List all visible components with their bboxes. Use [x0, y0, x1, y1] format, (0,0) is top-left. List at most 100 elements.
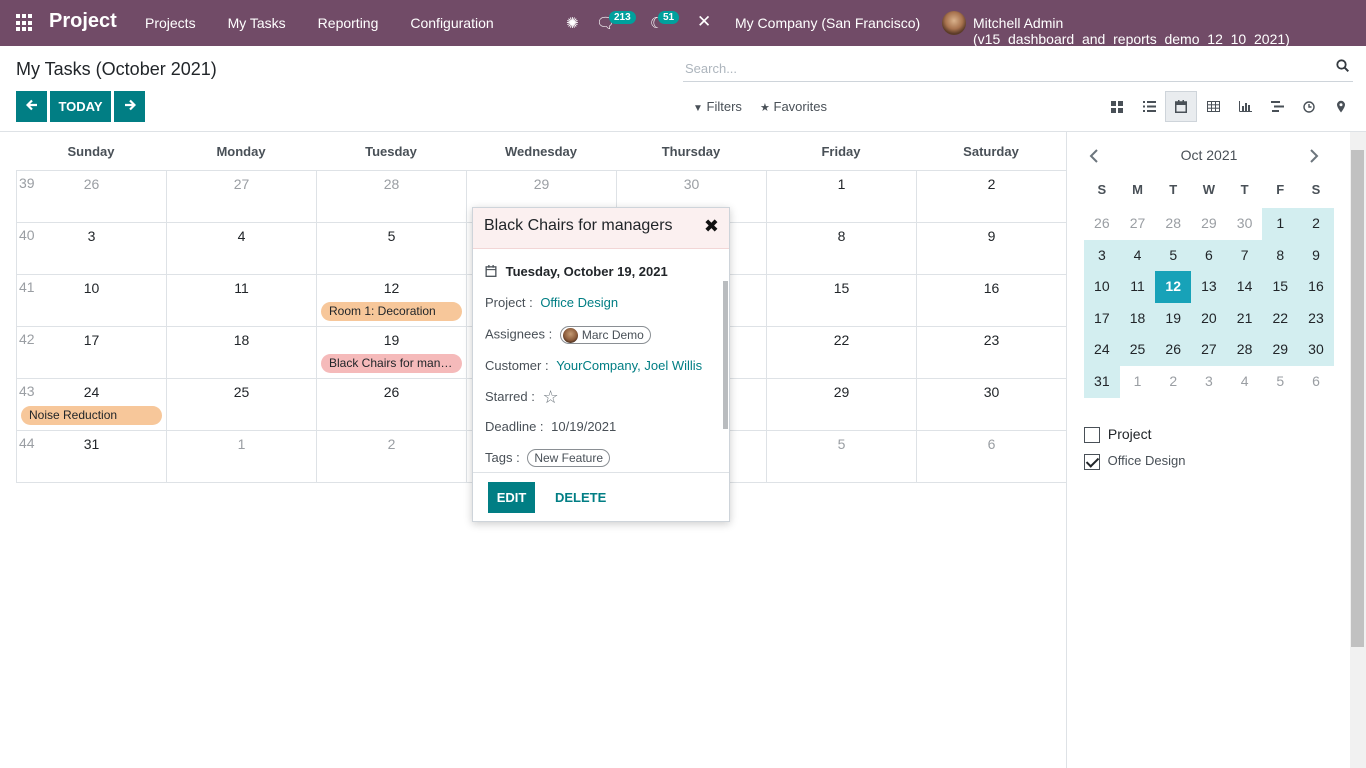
calendar-view-icon[interactable] [1165, 91, 1197, 122]
day-cell[interactable]: 11 [166, 275, 316, 326]
app-brand[interactable]: Project [49, 10, 117, 33]
mini-day[interactable]: 3 [1191, 366, 1227, 398]
menu-projects[interactable]: Projects [129, 0, 212, 46]
list-view-icon[interactable] [1133, 91, 1165, 122]
day-cell[interactable]: 2 [316, 431, 466, 482]
calendar-event[interactable]: Black Chairs for mana... [321, 354, 462, 373]
mini-day[interactable]: 8 [1262, 239, 1299, 272]
edit-button[interactable]: EDIT [488, 482, 535, 513]
mini-day[interactable]: 24 [1084, 334, 1120, 366]
day-cell[interactable]: 2 [916, 171, 1066, 222]
day-cell[interactable]: 22 [766, 327, 916, 378]
day-cell[interactable]: 3 [16, 223, 166, 274]
mini-day[interactable]: 2 [1298, 208, 1334, 240]
calendar-event[interactable]: Room 1: Decoration [321, 302, 462, 321]
mini-day[interactable]: 6 [1298, 366, 1334, 398]
bug-icon[interactable]: ✺ [566, 14, 579, 32]
day-cell[interactable]: 9 [916, 223, 1066, 274]
next-button[interactable] [114, 91, 145, 122]
search-input[interactable] [683, 56, 1323, 80]
day-cell[interactable]: 31 [16, 431, 166, 482]
chevron-right-icon[interactable] [1309, 147, 1319, 168]
mini-day[interactable]: 25 [1119, 334, 1156, 366]
mini-day[interactable]: 30 [1227, 208, 1263, 240]
day-cell[interactable]: 15 [766, 275, 916, 326]
project-link[interactable]: Office Design [540, 295, 618, 310]
day-cell[interactable]: 27 [166, 171, 316, 222]
mini-day[interactable]: 3 [1084, 239, 1120, 272]
mini-day[interactable]: 29 [1262, 334, 1299, 366]
search-icon[interactable] [1336, 59, 1350, 75]
graph-view-icon[interactable] [1229, 91, 1261, 122]
mini-day[interactable]: 29 [1191, 208, 1227, 240]
star-outline-icon[interactable]: ☆ [542, 387, 558, 407]
assignee-chip[interactable]: Marc Demo [559, 326, 651, 345]
day-cell[interactable]: 4 [166, 223, 316, 274]
mini-day[interactable]: 10 [1084, 271, 1120, 303]
day-cell[interactable]: 16 [916, 275, 1066, 326]
day-cell[interactable]: 17 [16, 327, 166, 378]
mini-day[interactable]: 26 [1084, 208, 1120, 240]
mini-day[interactable]: 13 [1191, 271, 1227, 303]
mini-day[interactable]: 4 [1119, 239, 1156, 272]
customer-link[interactable]: YourCompany, Joel Willis [556, 358, 702, 373]
day-cell[interactable]: 1 [166, 431, 316, 482]
mini-day[interactable]: 12 [1155, 271, 1192, 303]
mini-day[interactable]: 19 [1155, 302, 1192, 335]
day-cell[interactable]: 18 [166, 327, 316, 378]
activity-view-icon[interactable] [1293, 91, 1325, 122]
day-cell[interactable]: 24 Noise Reduction [16, 379, 166, 430]
mini-day[interactable]: 28 [1226, 334, 1263, 366]
mini-day[interactable]: 22 [1262, 302, 1299, 335]
mini-day[interactable]: 21 [1226, 302, 1263, 335]
user-avatar[interactable] [942, 11, 966, 35]
mini-day[interactable]: 17 [1084, 302, 1120, 335]
mini-day[interactable]: 27 [1191, 334, 1227, 366]
favorites-dropdown[interactable]: ★ Favorites [760, 99, 827, 114]
scrollbar-thumb[interactable] [1351, 150, 1364, 647]
day-cell[interactable]: 10 [16, 275, 166, 326]
popover-scrollbar[interactable] [723, 281, 728, 429]
mini-day[interactable]: 11 [1119, 271, 1156, 303]
kanban-view-icon[interactable] [1101, 91, 1133, 122]
day-cell[interactable]: 5 [316, 223, 466, 274]
office-design-filter[interactable]: Office Design [1084, 453, 1185, 470]
day-cell[interactable]: 28 [316, 171, 466, 222]
tools-icon[interactable]: ✕ [697, 12, 711, 32]
mini-day[interactable]: 16 [1298, 271, 1334, 303]
office-design-checkbox[interactable] [1084, 453, 1100, 470]
mini-day[interactable]: 4 [1227, 366, 1263, 398]
menu-reporting[interactable]: Reporting [302, 0, 395, 46]
day-cell[interactable]: 29 [766, 379, 916, 430]
mini-day[interactable]: 30 [1298, 334, 1334, 366]
mini-day[interactable]: 6 [1191, 239, 1227, 272]
mini-day[interactable]: 20 [1191, 302, 1227, 335]
mini-day[interactable]: 28 [1155, 208, 1191, 240]
menu-my-tasks[interactable]: My Tasks [212, 0, 302, 46]
today-button[interactable]: TODAY [50, 91, 111, 122]
mini-day[interactable]: 14 [1226, 271, 1263, 303]
day-cell[interactable]: 5 [766, 431, 916, 482]
pivot-view-icon[interactable] [1197, 91, 1229, 122]
day-cell[interactable]: 23 [916, 327, 1066, 378]
mini-day[interactable]: 27 [1120, 208, 1156, 240]
previous-button[interactable] [16, 91, 47, 122]
day-cell[interactable]: 25 [166, 379, 316, 430]
mini-day[interactable]: 23 [1298, 302, 1334, 335]
mini-day[interactable]: 7 [1226, 239, 1263, 272]
day-cell[interactable]: 26 [16, 171, 166, 222]
day-cell[interactable]: 8 [766, 223, 916, 274]
user-menu[interactable]: Mitchell Admin (v15_dashboard_and_report… [973, 15, 1366, 47]
mini-day[interactable]: 26 [1155, 334, 1192, 366]
map-view-icon[interactable] [1325, 91, 1357, 122]
day-cell[interactable]: 26 [316, 379, 466, 430]
project-filter-toggle[interactable]: Project [1084, 426, 1151, 444]
mini-day[interactable]: 5 [1262, 366, 1298, 398]
mini-day[interactable]: 2 [1155, 366, 1191, 398]
project-checkbox[interactable] [1084, 427, 1100, 444]
day-cell[interactable]: 6 [916, 431, 1066, 482]
filters-dropdown[interactable]: ▼ Filters [693, 99, 742, 114]
mini-day[interactable]: 18 [1119, 302, 1156, 335]
mini-day[interactable]: 31 [1084, 365, 1120, 398]
page-scrollbar[interactable] [1350, 132, 1366, 768]
